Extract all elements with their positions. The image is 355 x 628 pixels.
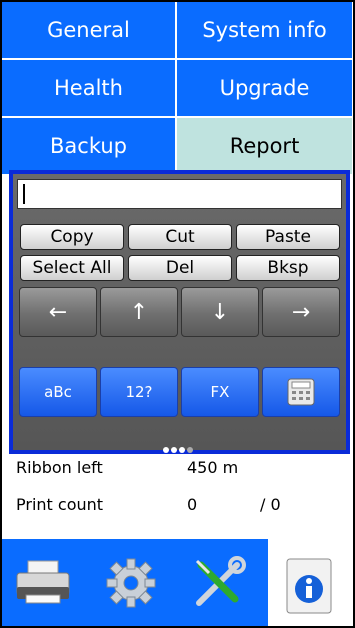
numeric-mode-key[interactable]: 12? — [100, 367, 178, 417]
tab-backup[interactable]: Backup — [2, 118, 176, 175]
page-dot — [171, 447, 177, 453]
keyboard-panel: Copy Cut Paste Select All Del Bksp ← ↑ ↓… — [13, 174, 346, 453]
print-count-label: Print count — [16, 495, 104, 514]
tab-general-label: General — [47, 18, 130, 42]
bksp-key-label: Bksp — [267, 258, 309, 278]
numeric-mode-label: 12? — [125, 383, 153, 401]
fx-mode-label: FX — [210, 383, 230, 401]
text-caret — [23, 184, 25, 204]
keyboard-text-input[interactable] — [17, 179, 342, 209]
bottom-toolbar — [2, 539, 268, 626]
ribbon-left-row: Ribbon left 450 m — [16, 457, 346, 479]
arrow-up-icon: ↑ — [129, 299, 149, 325]
app-window: General System info Health Upgrade Backu… — [2, 2, 353, 626]
tab-general[interactable]: General — [2, 2, 176, 59]
select-all-key[interactable]: Select All — [20, 255, 124, 281]
info-icon[interactable] — [278, 554, 340, 618]
tab-report-label: Report — [229, 134, 300, 158]
tab-report[interactable]: Report — [177, 118, 353, 175]
print-count-total: / 0 — [260, 495, 281, 514]
calculator-icon — [287, 378, 315, 406]
tab-system-info-label: System info — [202, 18, 327, 42]
tab-health[interactable]: Health — [2, 60, 176, 117]
ribbon-left-value: 450 m — [187, 458, 239, 477]
tab-health-label: Health — [54, 76, 123, 100]
tab-upgrade[interactable]: Upgrade — [177, 60, 353, 117]
del-key[interactable]: Del — [128, 255, 232, 281]
calculator-key[interactable] — [262, 367, 340, 417]
arrow-left-key[interactable]: ← — [19, 287, 97, 337]
tab-backup-label: Backup — [50, 134, 127, 158]
arrow-right-icon: → — [291, 299, 311, 325]
arrow-down-icon: ↓ — [210, 299, 230, 325]
del-key-label: Del — [165, 258, 195, 278]
page-dot — [163, 447, 169, 453]
page-dot — [179, 447, 185, 453]
fx-mode-key[interactable]: FX — [181, 367, 259, 417]
cut-key-label: Cut — [165, 227, 195, 247]
info-tab[interactable] — [268, 539, 353, 626]
tab-upgrade-label: Upgrade — [219, 76, 310, 100]
ribbon-left-label: Ribbon left — [16, 458, 103, 477]
tools-icon[interactable] — [186, 553, 252, 613]
arrow-up-key[interactable]: ↑ — [100, 287, 178, 337]
copy-key[interactable]: Copy — [20, 224, 124, 250]
print-count-value: 0 — [187, 495, 198, 514]
alpha-mode-key[interactable]: aBc — [19, 367, 97, 417]
select-all-key-label: Select All — [32, 258, 112, 278]
bksp-key[interactable]: Bksp — [236, 255, 340, 281]
page-indicator — [163, 438, 195, 457]
tab-system-info[interactable]: System info — [177, 2, 353, 59]
print-count-row: Print count 0 / 0 — [16, 494, 346, 516]
arrow-right-key[interactable]: → — [262, 287, 340, 337]
gear-icon[interactable] — [98, 553, 164, 613]
alpha-mode-label: aBc — [44, 383, 72, 401]
paste-key-label: Paste — [265, 227, 311, 247]
page-dot — [187, 447, 193, 453]
soft-keyboard: Copy Cut Paste Select All Del Bksp ← ↑ ↓… — [9, 170, 350, 454]
paste-key[interactable]: Paste — [236, 224, 340, 250]
copy-key-label: Copy — [50, 227, 94, 247]
arrow-left-icon: ← — [48, 299, 68, 325]
printer-icon[interactable] — [10, 553, 76, 613]
arrow-down-key[interactable]: ↓ — [181, 287, 259, 337]
cut-key[interactable]: Cut — [128, 224, 232, 250]
